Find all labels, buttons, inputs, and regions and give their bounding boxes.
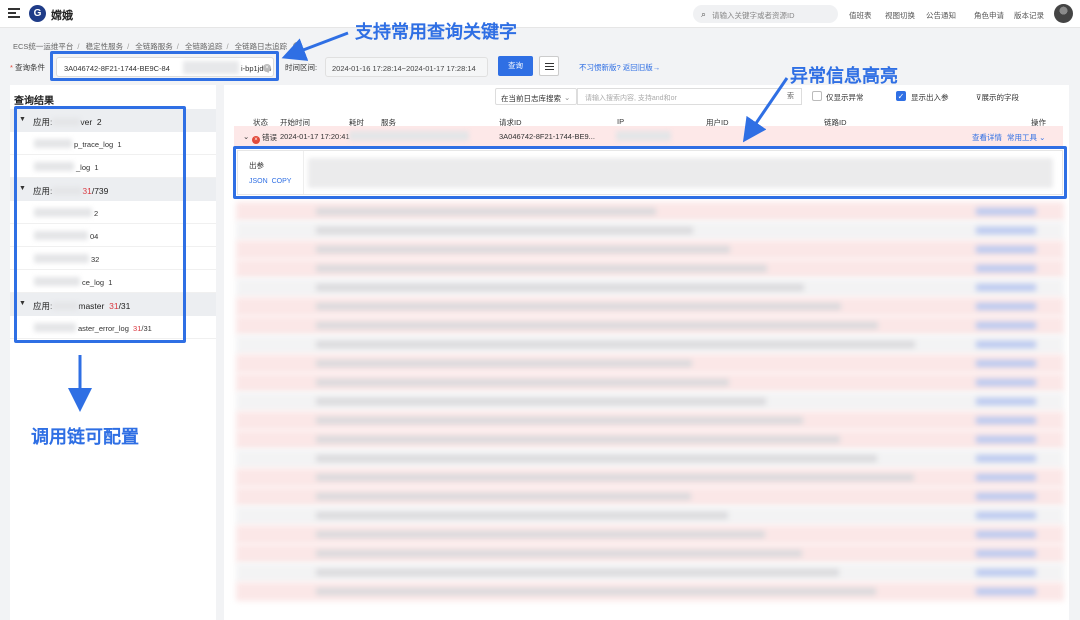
annotation-arrows bbox=[68, 31, 789, 412]
arrow-to-detail bbox=[742, 77, 789, 143]
arrow-to-query bbox=[281, 31, 349, 61]
